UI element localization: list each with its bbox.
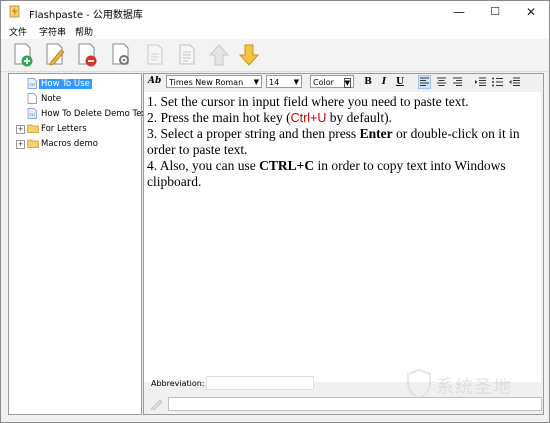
add-item-icon[interactable]: [11, 42, 35, 68]
editor-text: 2. Press the main hot key (: [147, 110, 291, 125]
app-window: Flashpaste - 公用数据库 — ☐ ✕ 文件 字符串 帮助 TXT H…: [0, 0, 550, 423]
editor-line-3: 3. Select a proper string and then press…: [147, 126, 538, 158]
maximize-button[interactable]: ☐: [477, 1, 513, 23]
menu-strings[interactable]: 字符串: [39, 25, 66, 38]
tree-item-note[interactable]: Note: [15, 93, 135, 106]
hotkey-text: Ctrl+U: [290, 111, 327, 125]
color-select[interactable]: Color ▼: [310, 75, 354, 88]
underline-button[interactable]: U: [394, 76, 406, 88]
tree-item-for-letters[interactable]: + For Letters: [15, 123, 135, 136]
outdent-icon[interactable]: [474, 75, 487, 89]
tree-panel: TXT How To Use Note TXT How To Delete De…: [8, 73, 150, 415]
watermark-text: 系统圣地: [436, 377, 512, 398]
editor-text: 4. Also, you can use: [147, 158, 260, 173]
menu-help[interactable]: 帮助: [75, 25, 93, 38]
font-select[interactable]: Times New Roman ▼: [166, 75, 262, 88]
flashpaste-app-icon: [9, 5, 20, 18]
editor-panel: Ab Times New Roman ▼ 14 ▼ Color ▼ B I U: [143, 73, 544, 415]
text-editor[interactable]: 1. Set the cursor in input field where y…: [144, 92, 541, 382]
chevron-down-icon: ▼: [343, 78, 351, 88]
folder-icon: [27, 124, 39, 133]
color-select-value: Color: [313, 78, 334, 87]
document-icon: TXT: [27, 108, 37, 119]
editor-text: 1. Set the cursor in input field where y…: [147, 94, 469, 109]
editor-line-1: 1. Set the cursor in input field where y…: [147, 94, 538, 110]
chevron-down-icon: ▼: [293, 78, 299, 86]
pen-icon: [150, 399, 163, 410]
delete-item-icon[interactable]: [75, 42, 99, 68]
editor-line-2: 2. Press the main hot key (Ctrl+U by def…: [147, 110, 538, 126]
abbreviation-label: Abbreviation:: [151, 379, 205, 388]
editor-text: 3. Select a proper string and then press: [147, 126, 360, 141]
tree-item-how-to-delete-demo-text[interactable]: TXT How To Delete Demo Text: [15, 108, 150, 121]
close-button[interactable]: ✕: [513, 1, 549, 23]
expand-icon[interactable]: +: [16, 125, 25, 134]
expand-icon[interactable]: +: [16, 140, 25, 149]
svg-text:TXT: TXT: [28, 83, 36, 87]
document-icon: [27, 93, 37, 104]
italic-button[interactable]: I: [378, 76, 390, 88]
abbreviation-input[interactable]: [206, 376, 314, 390]
tree-item-how-to-use[interactable]: TXT How To Use: [15, 78, 135, 91]
format-toolbar: Ab Times New Roman ▼ 14 ▼ Color ▼ B I U: [144, 74, 543, 91]
ctrl-c-text: CTRL+C: [259, 158, 315, 173]
move-down-icon[interactable]: [237, 42, 261, 68]
menu-file[interactable]: 文件: [9, 25, 27, 38]
tree-item-label: How To Use: [39, 79, 92, 89]
properties-disabled-icon: [179, 44, 195, 65]
title-bar: Flashpaste - 公用数据库 — ☐ ✕: [1, 1, 549, 23]
font-select-value: Times New Roman: [169, 78, 244, 87]
tree-item-label: For Letters: [41, 124, 87, 134]
toolbar: [1, 39, 549, 72]
watermark: 系统圣地: [406, 367, 546, 407]
folder-icon: [27, 139, 39, 148]
editor-line-4: 4. Also, you can use CTRL+C in order to …: [147, 158, 538, 190]
tree-item-label: Macros demo: [41, 139, 98, 149]
document-icon: TXT: [27, 78, 37, 89]
size-select[interactable]: 14 ▼: [266, 75, 302, 88]
size-select-value: 14: [269, 78, 280, 87]
shield-logo-icon: [407, 369, 431, 399]
enter-key-text: Enter: [359, 126, 393, 141]
svg-text:TXT: TXT: [28, 113, 36, 117]
bold-button[interactable]: B: [362, 76, 374, 88]
window-title: Flashpaste - 公用数据库: [29, 10, 143, 21]
style-icon[interactable]: Ab: [148, 76, 161, 86]
editor-text: by default).: [326, 110, 392, 125]
settings-icon[interactable]: [109, 42, 133, 68]
align-center-icon[interactable]: [435, 75, 448, 89]
indent-icon[interactable]: [508, 75, 521, 89]
align-left-icon[interactable]: [418, 75, 431, 89]
align-right-icon[interactable]: [451, 75, 464, 89]
move-up-icon: [208, 44, 230, 66]
bullets-icon[interactable]: [491, 75, 504, 89]
tree-item-label: Note: [41, 94, 62, 104]
minimize-button[interactable]: —: [441, 1, 477, 23]
edit-item-icon[interactable]: [43, 42, 67, 68]
menu-bar: 文件 字符串 帮助: [1, 23, 549, 39]
chevron-down-icon: ▼: [253, 78, 259, 86]
tree-item-macros-demo[interactable]: + Macros demo: [15, 138, 135, 151]
tree-item-label: How To Delete Demo Text: [41, 109, 150, 119]
edit-disabled-icon: [147, 44, 163, 65]
